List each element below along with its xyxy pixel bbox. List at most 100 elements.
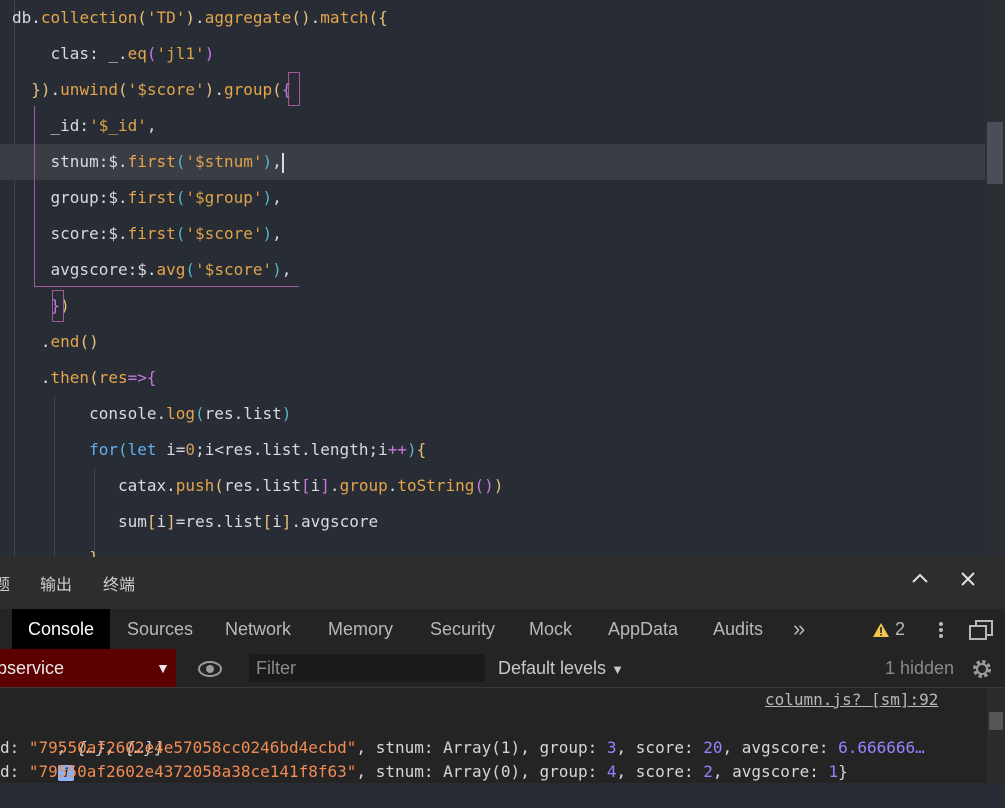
warnings-badge[interactable]: 2 <box>872 609 905 649</box>
code-token: ( <box>89 368 99 387</box>
source-link[interactable]: column.js? [sm]:92 <box>765 690 938 709</box>
code-token: => <box>127 368 147 387</box>
row-stnum: Array(1) <box>443 738 521 757</box>
tab-sources[interactable]: Sources <box>127 609 193 649</box>
code-token: i= <box>156 440 186 459</box>
warnings-count: 2 <box>895 619 906 639</box>
bracket-match-highlight <box>52 290 64 322</box>
code-token: res <box>98 368 128 387</box>
code-line[interactable]: }).unwind('$score').group({ <box>0 72 997 108</box>
code-token: db. <box>12 8 41 27</box>
code-line[interactable]: catax.push(res.list[i].group.toString()) <box>0 468 997 504</box>
console-output: column.js? [sm]:92 , {…}, {…}] i d: "795… <box>0 688 1005 783</box>
row-prefix: d: <box>0 738 29 757</box>
code-token: log <box>166 404 196 423</box>
bracket-match-highlight <box>34 106 299 287</box>
code-token: i <box>310 476 321 495</box>
code-line[interactable]: } <box>0 540 997 557</box>
tab-security[interactable]: Security <box>430 609 495 649</box>
code-token: . <box>329 476 340 495</box>
code-line[interactable]: clas: _.eq('jl1') <box>0 36 997 72</box>
context-select[interactable]: bservice ▼ <box>0 649 176 687</box>
code-token: unwind <box>60 80 118 99</box>
code-line[interactable]: db.collection('TD').aggregate().match({ <box>0 0 997 36</box>
eye-icon[interactable] <box>198 649 222 687</box>
bracket-match-highlight <box>288 72 300 106</box>
code-token: let <box>127 440 157 459</box>
log-levels-label: Default levels <box>498 658 607 678</box>
code-token: eq <box>127 44 147 63</box>
devtools-tab-bar: Console Sources Network Memory Security … <box>0 609 1005 650</box>
dock-icon[interactable] <box>968 609 994 649</box>
filter-placeholder: Filter <box>256 658 296 678</box>
code-token: group <box>339 476 388 495</box>
row-key: , score: <box>616 762 704 781</box>
context-label: bservice <box>0 658 65 678</box>
code-token: ( <box>117 80 128 99</box>
code-token: '$score' <box>127 80 205 99</box>
row-id: "79550af2602e4e57058cc0246bd4ecbd" <box>28 738 357 757</box>
code-line[interactable]: .then(res=>{ <box>0 360 997 396</box>
code-token: ({ <box>368 8 388 27</box>
code-token: ] <box>166 512 176 531</box>
console-scrollbar-thumb[interactable] <box>989 712 1003 730</box>
code-token: res.list <box>223 476 301 495</box>
code-token: ) <box>493 476 504 495</box>
tab-console[interactable]: Console <box>12 609 111 649</box>
panel-tab-output[interactable]: 输出 <box>40 571 72 595</box>
tab-audits[interactable]: Audits <box>713 609 763 649</box>
code-token: ;i<res.list.length;i <box>195 440 388 459</box>
editor-scrollbar-thumb[interactable] <box>987 122 1003 184</box>
code-token: . <box>50 80 61 99</box>
row-key: , stnum: <box>356 738 444 757</box>
code-line[interactable]: sum[i]=res.list[i].avgscore <box>0 504 997 540</box>
code-token: ) <box>204 80 215 99</box>
row-score: 2 <box>703 762 713 781</box>
code-line[interactable]: for(let i=0;i<res.list.length;i++){ <box>0 432 997 468</box>
row-prefix: d: <box>0 762 29 781</box>
console-row[interactable]: d: "79550af2602e4372058a38ce141f8f63", s… <box>0 760 848 784</box>
tab-appdata[interactable]: AppData <box>608 609 678 649</box>
code-token: 0 <box>185 440 196 459</box>
row-tail: } <box>838 762 848 781</box>
panel-tab-terminal[interactable]: 终端 <box>103 571 135 595</box>
tab-mock[interactable]: Mock <box>529 609 572 649</box>
code-token: ( <box>272 80 282 99</box>
code-token: () <box>474 476 494 495</box>
code-token: match <box>320 8 369 27</box>
panel-tab-problems[interactable]: 题 <box>0 571 10 595</box>
code-token: () <box>79 332 99 351</box>
code-token: collection <box>40 8 138 27</box>
chevron-up-icon[interactable] <box>910 569 930 594</box>
code-token: clas: _. <box>12 44 128 63</box>
code-token: 'jl1' <box>156 44 205 63</box>
tab-network[interactable]: Network <box>225 609 291 649</box>
code-token: () <box>291 8 311 27</box>
code-editor[interactable]: db.collection('TD').aggregate().match({ … <box>0 0 1005 557</box>
gear-icon[interactable] <box>970 649 994 687</box>
row-avgscore: 6.666666… <box>838 738 925 757</box>
kebab-menu-icon[interactable] <box>935 609 947 649</box>
tab-memory[interactable]: Memory <box>328 609 393 649</box>
code-token: ( <box>146 44 157 63</box>
code-line[interactable]: .end() <box>0 324 997 360</box>
code-token: . <box>195 8 205 27</box>
close-icon[interactable] <box>958 569 978 594</box>
console-scrollbar[interactable] <box>987 688 1005 783</box>
row-key: , group: <box>520 738 607 757</box>
console-summary[interactable]: , {…}, {…}] i <box>0 712 164 781</box>
log-levels-select[interactable]: Default levels ▼ <box>498 649 624 687</box>
code-token: ( <box>117 440 128 459</box>
filter-input[interactable]: Filter <box>249 654 485 682</box>
code-token: ( <box>214 476 224 495</box>
code-token: . <box>12 368 51 387</box>
console-row[interactable]: d: "79550af2602e4e57058cc0246bd4ecbd", s… <box>0 736 925 760</box>
code-line[interactable]: console.log(res.list) <box>0 396 997 432</box>
more-tabs-button[interactable]: » <box>793 609 805 649</box>
code-line[interactable]: }) <box>0 288 997 324</box>
row-key: , group: <box>520 762 607 781</box>
editor-scrollbar[interactable] <box>985 0 1005 557</box>
